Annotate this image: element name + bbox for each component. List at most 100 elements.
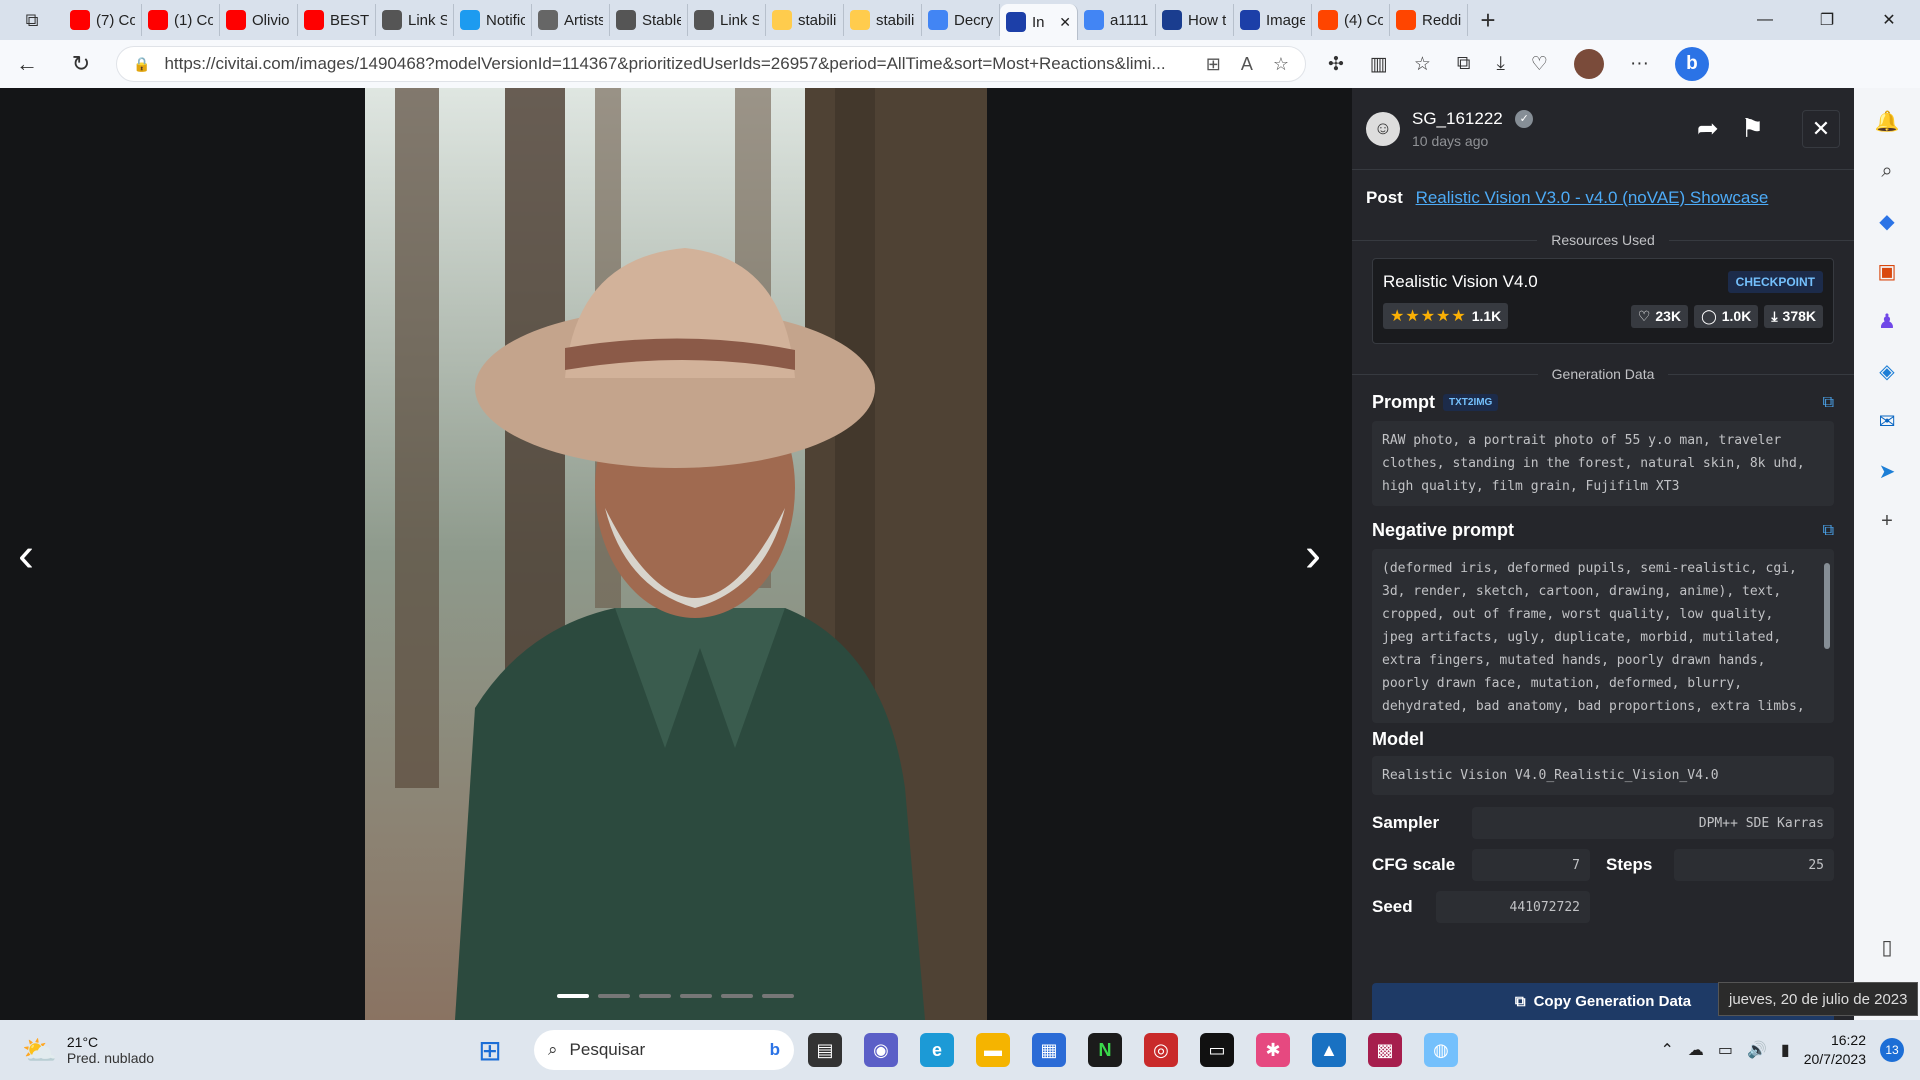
negative-prompt-scrollbar[interactable] (1824, 563, 1830, 649)
browser-tab[interactable]: Image (1234, 4, 1312, 36)
clock[interactable]: 16:22 20/7/2023 (1804, 1031, 1866, 1069)
search-icon[interactable]: ⌕ (1870, 154, 1904, 188)
workspaces-icon[interactable]: ⧉ (0, 0, 64, 40)
address-bar[interactable]: 🔒 https://civitai.com/images/1490468?mod… (116, 46, 1306, 82)
notification-count-badge[interactable]: 13 (1880, 1038, 1904, 1062)
send-icon[interactable]: ➤ (1870, 454, 1904, 488)
browser-tab[interactable]: In ✕ (1000, 4, 1078, 40)
display-icon[interactable]: ▭ (1718, 1040, 1733, 1060)
maximize-icon[interactable]: ❐ (1796, 0, 1858, 40)
new-tab-button[interactable]: + (1468, 5, 1508, 36)
browser-tab[interactable]: (1) Co (142, 4, 220, 36)
browser-tab[interactable]: Notific (454, 4, 532, 36)
volume-icon[interactable]: 🔊 (1747, 1040, 1767, 1060)
more-menu-icon[interactable]: ··· (1630, 53, 1649, 75)
close-tab-icon[interactable]: ✕ (1059, 14, 1071, 31)
store-icon[interactable]: ▦ (1032, 1033, 1066, 1067)
hide-sidebar-icon[interactable]: ▯ (1870, 930, 1904, 964)
pagination-dot[interactable] (680, 994, 712, 998)
browser-tab[interactable]: How t (1156, 4, 1234, 36)
slack-icon[interactable]: ✱ (1256, 1033, 1290, 1067)
browser-tab-title: (7) Co (96, 11, 135, 29)
previous-image-arrow[interactable]: ‹ (18, 528, 34, 583)
browser-tab[interactable]: Decry (922, 4, 1000, 36)
negative-prompt-box[interactable]: (deformed iris, deformed pupils, semi-re… (1372, 549, 1834, 723)
file-explorer-icon[interactable]: ▬ (976, 1033, 1010, 1067)
close-window-icon[interactable]: ✕ (1858, 0, 1920, 40)
browser-tab[interactable]: stabili (844, 4, 922, 36)
steps-value[interactable]: 25 (1674, 849, 1834, 881)
paint-icon[interactable]: ▲ (1312, 1033, 1346, 1067)
profile-avatar[interactable] (1573, 49, 1604, 79)
teams-chat-icon[interactable]: ◉ (864, 1033, 898, 1067)
extensions-icon[interactable]: ✣ (1328, 53, 1344, 76)
back-button[interactable]: ← (0, 40, 54, 88)
browser-tab[interactable]: Link Si (376, 4, 454, 36)
weather-widget[interactable]: ⛅ 21°C Pred. nublado (0, 1034, 470, 1067)
browser-tab[interactable]: a1111 (1078, 4, 1156, 36)
games-icon[interactable]: ♟ (1870, 304, 1904, 338)
terminal-icon[interactable]: ▭ (1200, 1033, 1234, 1067)
split-screen-icon[interactable]: ▥ (1370, 53, 1388, 76)
battery-icon[interactable]: ▮ (1781, 1040, 1790, 1060)
read-aloud-icon[interactable]: A (1241, 54, 1253, 75)
report-flag-icon[interactable]: ⚑ (1741, 113, 1764, 144)
browser-tab[interactable]: (4) Co (1312, 4, 1390, 36)
minimize-icon[interactable]: — (1734, 0, 1796, 40)
tools-briefcase-icon[interactable]: ▣ (1870, 254, 1904, 288)
browser-tab[interactable]: Reddi (1390, 4, 1468, 36)
browser-tab[interactable]: (7) Co (64, 4, 142, 36)
post-link[interactable]: Realistic Vision V3.0 - v4.0 (noVAE) Sho… (1416, 188, 1769, 207)
seed-value[interactable]: 441072722 (1436, 891, 1590, 923)
browser-tab[interactable]: Stable (610, 4, 688, 36)
sampler-value[interactable]: DPM++ SDE Karras (1472, 807, 1834, 839)
favorite-star-icon[interactable]: ☆ (1273, 54, 1289, 75)
downloads-icon[interactable]: ⤓ (1497, 53, 1505, 75)
generation-divider: Generation Data (1352, 366, 1854, 382)
chevron-up-icon[interactable]: ⌃ (1660, 1040, 1673, 1060)
pagination-dot[interactable] (598, 994, 630, 998)
prompt-text[interactable]: RAW photo, a portrait photo of 55 y.o ma… (1372, 421, 1834, 506)
model-value[interactable]: Realistic Vision V4.0_Realistic_Vision_V… (1372, 756, 1834, 795)
start-button[interactable]: ⊞ (470, 1030, 510, 1070)
apps-icon[interactable]: ⊞ (1206, 54, 1221, 75)
resource-card[interactable]: Realistic Vision V4.0 CHECKPOINT ★★★★★ 1… (1372, 258, 1834, 344)
pagination-dot[interactable] (721, 994, 753, 998)
shopping-tag-icon[interactable]: ◆ (1870, 204, 1904, 238)
username[interactable]: SG_161222 (1412, 109, 1503, 128)
edge-browser-icon[interactable]: e (920, 1033, 954, 1067)
copy-prompt-icon[interactable]: ⧉ (1823, 394, 1834, 412)
bing-copilot-icon[interactable]: b (1674, 47, 1709, 81)
onedrive-icon[interactable]: ☁ (1688, 1040, 1704, 1060)
browser-tab[interactable]: stabili (766, 4, 844, 36)
outlook-icon[interactable]: ✉ (1870, 404, 1904, 438)
copy-negative-prompt-icon[interactable]: ⧉ (1823, 522, 1834, 540)
browser-tab[interactable]: Link Si (688, 4, 766, 36)
share-icon[interactable]: ➦ (1697, 113, 1719, 144)
taskbar-search[interactable]: ⌕ Pesquisar b (534, 1030, 794, 1070)
notifications-bell-icon[interactable]: 🔔 (1870, 104, 1904, 138)
lock-icon[interactable]: 🔒 (133, 56, 150, 73)
performance-icon[interactable]: ♡ (1531, 53, 1548, 76)
close-panel-button[interactable]: ✕ (1802, 109, 1840, 148)
refresh-button[interactable]: ↻ (54, 40, 108, 88)
user-avatar[interactable]: ☺ (1366, 111, 1400, 146)
cfg-value[interactable]: 7 (1472, 849, 1590, 881)
globe-icon[interactable]: ◍ (1424, 1033, 1458, 1067)
m365-icon[interactable]: ◈ (1870, 354, 1904, 388)
reddit-icon (1396, 10, 1416, 30)
browser-tab[interactable]: Olivio (220, 4, 298, 36)
apps-grid-icon[interactable]: ▩ (1368, 1033, 1402, 1067)
browser-tab[interactable]: Artists (532, 4, 610, 36)
next-image-arrow[interactable]: › (1305, 528, 1321, 583)
pagination-dot[interactable] (639, 994, 671, 998)
add-sidebar-app-icon[interactable]: + (1870, 504, 1904, 538)
pagination-dot[interactable] (762, 994, 794, 998)
collections-icon[interactable]: ⧉ (1457, 53, 1471, 75)
pagination-dot[interactable] (557, 994, 589, 998)
favorites-icon[interactable]: ☆ (1414, 53, 1431, 76)
app-icon[interactable]: ◎ (1144, 1033, 1178, 1067)
notion-icon[interactable]: N (1088, 1033, 1122, 1067)
task-view-icon[interactable]: ▤ (808, 1033, 842, 1067)
browser-tab[interactable]: BEST / (298, 4, 376, 36)
